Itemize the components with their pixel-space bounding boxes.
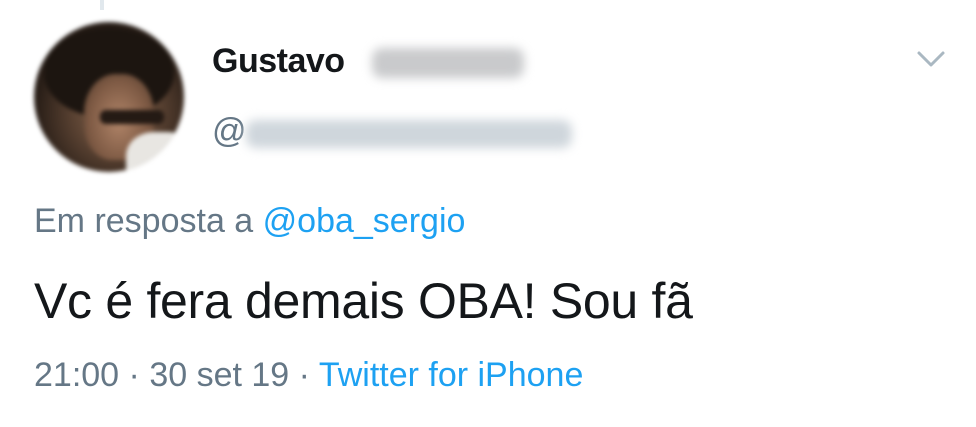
- tweet-body-text: Vc é fera demais OBA! Sou fã: [34, 273, 693, 329]
- tweet-card: Gustavo @ Em resposta a @oba_sergio Vc é…: [0, 0, 976, 427]
- author-display-name[interactable]: Gustavo: [212, 42, 345, 81]
- tweet-meta: 21:00 · 30 set 19 · Twitter for iPhone: [34, 356, 583, 395]
- redacted-handle: [246, 120, 572, 148]
- avatar-glasses: [100, 110, 164, 124]
- meta-separator: ·: [119, 356, 150, 394]
- reply-context: Em resposta a @oba_sergio: [34, 202, 465, 241]
- avatar[interactable]: [34, 22, 184, 172]
- reply-mention-link[interactable]: @oba_sergio: [263, 202, 466, 240]
- author-handle-prefix[interactable]: @: [212, 112, 247, 151]
- redacted-surname: [372, 48, 524, 78]
- tweet-source-link[interactable]: Twitter for iPhone: [319, 356, 584, 394]
- tweet-time[interactable]: 21:00: [34, 356, 119, 394]
- meta-separator: ·: [289, 356, 319, 394]
- tweet-date[interactable]: 30 set 19: [149, 356, 289, 394]
- thread-connector-line: [100, 0, 104, 10]
- avatar-shirt: [126, 132, 184, 172]
- chevron-down-icon[interactable]: [916, 48, 946, 70]
- reply-prefix: Em resposta a: [34, 202, 263, 240]
